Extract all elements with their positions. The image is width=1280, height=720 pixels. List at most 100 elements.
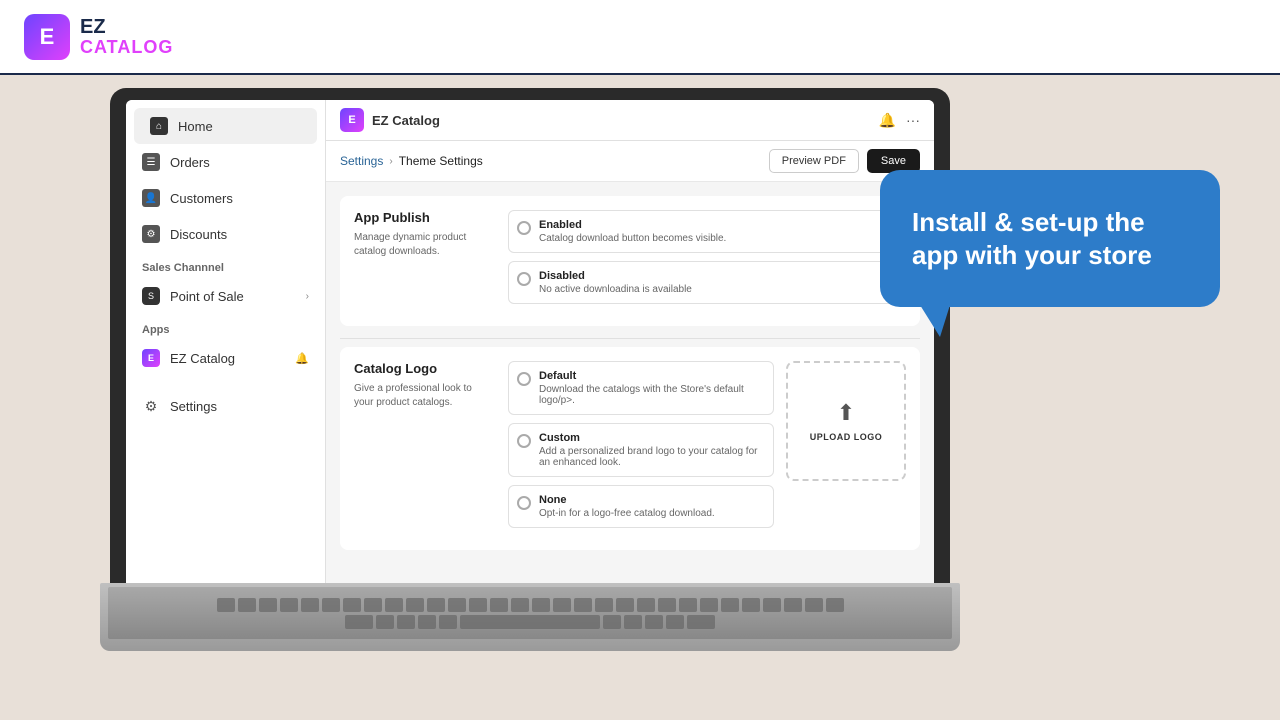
- key: [397, 615, 415, 629]
- key: [763, 598, 781, 612]
- sidebar-discounts-label: Discounts: [170, 227, 227, 242]
- enabled-text: Enabled Catalog download button becomes …: [539, 219, 726, 244]
- disabled-radio[interactable]: [517, 272, 531, 286]
- key: [406, 598, 424, 612]
- default-option[interactable]: Default Download the catalogs with the S…: [508, 361, 774, 415]
- key: [259, 598, 277, 612]
- screen-inner: ⌂ Home ☰ Orders 👤 Customers ⚙ Discounts …: [126, 100, 934, 588]
- key: [238, 598, 256, 612]
- sidebar-orders-label: Orders: [170, 155, 210, 170]
- key: [385, 598, 403, 612]
- sidebar-customers-label: Customers: [170, 191, 233, 206]
- none-text: None Opt-in for a logo-free catalog down…: [539, 494, 715, 519]
- key: [448, 598, 466, 612]
- key: [687, 615, 715, 629]
- key: [427, 598, 445, 612]
- laptop-screen: ⌂ Home ☰ Orders 👤 Customers ⚙ Discounts …: [110, 88, 950, 588]
- keyboard-row-1: [112, 598, 948, 612]
- key: [679, 598, 697, 612]
- none-radio[interactable]: [517, 496, 531, 510]
- sidebar-item-discounts[interactable]: ⚙ Discounts: [126, 216, 325, 252]
- key: [784, 598, 802, 612]
- key: [322, 598, 340, 612]
- key: [666, 615, 684, 629]
- disabled-option[interactable]: Disabled No active downloadina is availa…: [508, 261, 906, 304]
- breadcrumb-settings[interactable]: Settings: [340, 154, 383, 168]
- sidebar-item-orders[interactable]: ☰ Orders: [126, 144, 325, 180]
- enabled-label: Enabled: [539, 219, 726, 231]
- none-label: None: [539, 494, 715, 506]
- app-publish-desc: Manage dynamic product catalog downloads…: [354, 231, 494, 259]
- preview-pdf-button[interactable]: Preview PDF: [769, 149, 859, 173]
- enabled-radio[interactable]: [517, 221, 531, 235]
- key: [721, 598, 739, 612]
- key: [418, 615, 436, 629]
- sidebar-home-label: Home: [178, 119, 213, 134]
- key: [217, 598, 235, 612]
- key: [826, 598, 844, 612]
- logo-ez: EZ: [80, 16, 173, 38]
- app-header: E EZ Catalog 🔔 ···: [326, 100, 934, 141]
- app-publish-options: Enabled Catalog download button becomes …: [508, 210, 906, 312]
- logo-options-wrapper: Default Download the catalogs with the S…: [508, 361, 906, 536]
- logo-text: EZ CATALOG: [80, 16, 173, 58]
- key: [616, 598, 634, 612]
- sidebar-item-settings[interactable]: ⚙ Settings: [126, 388, 325, 424]
- default-label: Default: [539, 370, 765, 382]
- key: [603, 615, 621, 629]
- key: [742, 598, 760, 612]
- key: [469, 598, 487, 612]
- logo-area: E EZ CATALOG: [24, 14, 173, 60]
- catalog-logo-section: Catalog Logo Give a professional look to…: [340, 347, 920, 550]
- key: [345, 615, 373, 629]
- pos-icon: S: [142, 287, 160, 305]
- custom-radio[interactable]: [517, 434, 531, 448]
- catalog-logo-right: Default Download the catalogs with the S…: [508, 361, 906, 536]
- top-bar: E EZ CATALOG: [0, 0, 1280, 75]
- sidebar-item-pos[interactable]: S Point of Sale ›: [126, 278, 325, 314]
- speech-text: Install & set-up the app with your store: [912, 206, 1188, 271]
- sidebar-item-home[interactable]: ⌂ Home: [134, 108, 317, 144]
- logo-icon: E: [24, 14, 70, 60]
- breadcrumb-current: Theme Settings: [399, 154, 483, 168]
- disabled-label: Disabled: [539, 270, 692, 282]
- keyboard-row-2: [112, 615, 948, 629]
- disabled-sub: No active downloadina is available: [539, 284, 692, 295]
- logo-upload-box[interactable]: ⬆ UPLOAD LOGO: [786, 361, 906, 481]
- none-sub: Opt-in for a logo-free catalog download.: [539, 508, 715, 519]
- key: [595, 598, 613, 612]
- app-publish-section: App Publish Manage dynamic product catal…: [340, 196, 920, 326]
- sidebar-item-ezcatalog[interactable]: E EZ Catalog 🔔: [126, 340, 325, 376]
- custom-option[interactable]: Custom Add a personalized brand logo to …: [508, 423, 774, 477]
- default-sub: Download the catalogs with the Store's d…: [539, 384, 765, 406]
- sidebar-settings-label: Settings: [170, 399, 217, 414]
- custom-label: Custom: [539, 432, 765, 444]
- app-publish-title: App Publish: [354, 210, 494, 225]
- key: [645, 615, 663, 629]
- settings-icon: ⚙: [142, 397, 160, 415]
- key: [624, 615, 642, 629]
- breadcrumb: Settings › Theme Settings Preview PDF Sa…: [326, 141, 934, 182]
- sales-channel-chevron: ›: [306, 291, 309, 302]
- app-header-icons: 🔔 ···: [879, 112, 920, 129]
- sidebar-pos-label: Point of Sale: [170, 289, 244, 304]
- breadcrumb-chevron-icon: ›: [389, 156, 392, 167]
- speech-bubble: Install & set-up the app with your store: [880, 170, 1220, 307]
- catalog-logo-title: Catalog Logo: [354, 361, 494, 376]
- app-logo-small: E: [340, 108, 364, 132]
- more-header-icon[interactable]: ···: [906, 112, 920, 128]
- key: [376, 615, 394, 629]
- bell-header-icon[interactable]: 🔔: [879, 112, 896, 129]
- content-area: App Publish Manage dynamic product catal…: [326, 182, 934, 588]
- shopify-main: E EZ Catalog 🔔 ··· Settings › Theme Sett…: [326, 100, 934, 588]
- app-header-title: EZ Catalog: [372, 113, 871, 128]
- default-radio[interactable]: [517, 372, 531, 386]
- key: [511, 598, 529, 612]
- space-key: [460, 615, 600, 629]
- none-option[interactable]: None Opt-in for a logo-free catalog down…: [508, 485, 774, 528]
- sidebar-item-customers[interactable]: 👤 Customers: [126, 180, 325, 216]
- enabled-option[interactable]: Enabled Catalog download button becomes …: [508, 210, 906, 253]
- sales-channel-section: Sales Channnel: [126, 252, 325, 278]
- disabled-text: Disabled No active downloadina is availa…: [539, 270, 692, 295]
- custom-text: Custom Add a personalized brand logo to …: [539, 432, 765, 468]
